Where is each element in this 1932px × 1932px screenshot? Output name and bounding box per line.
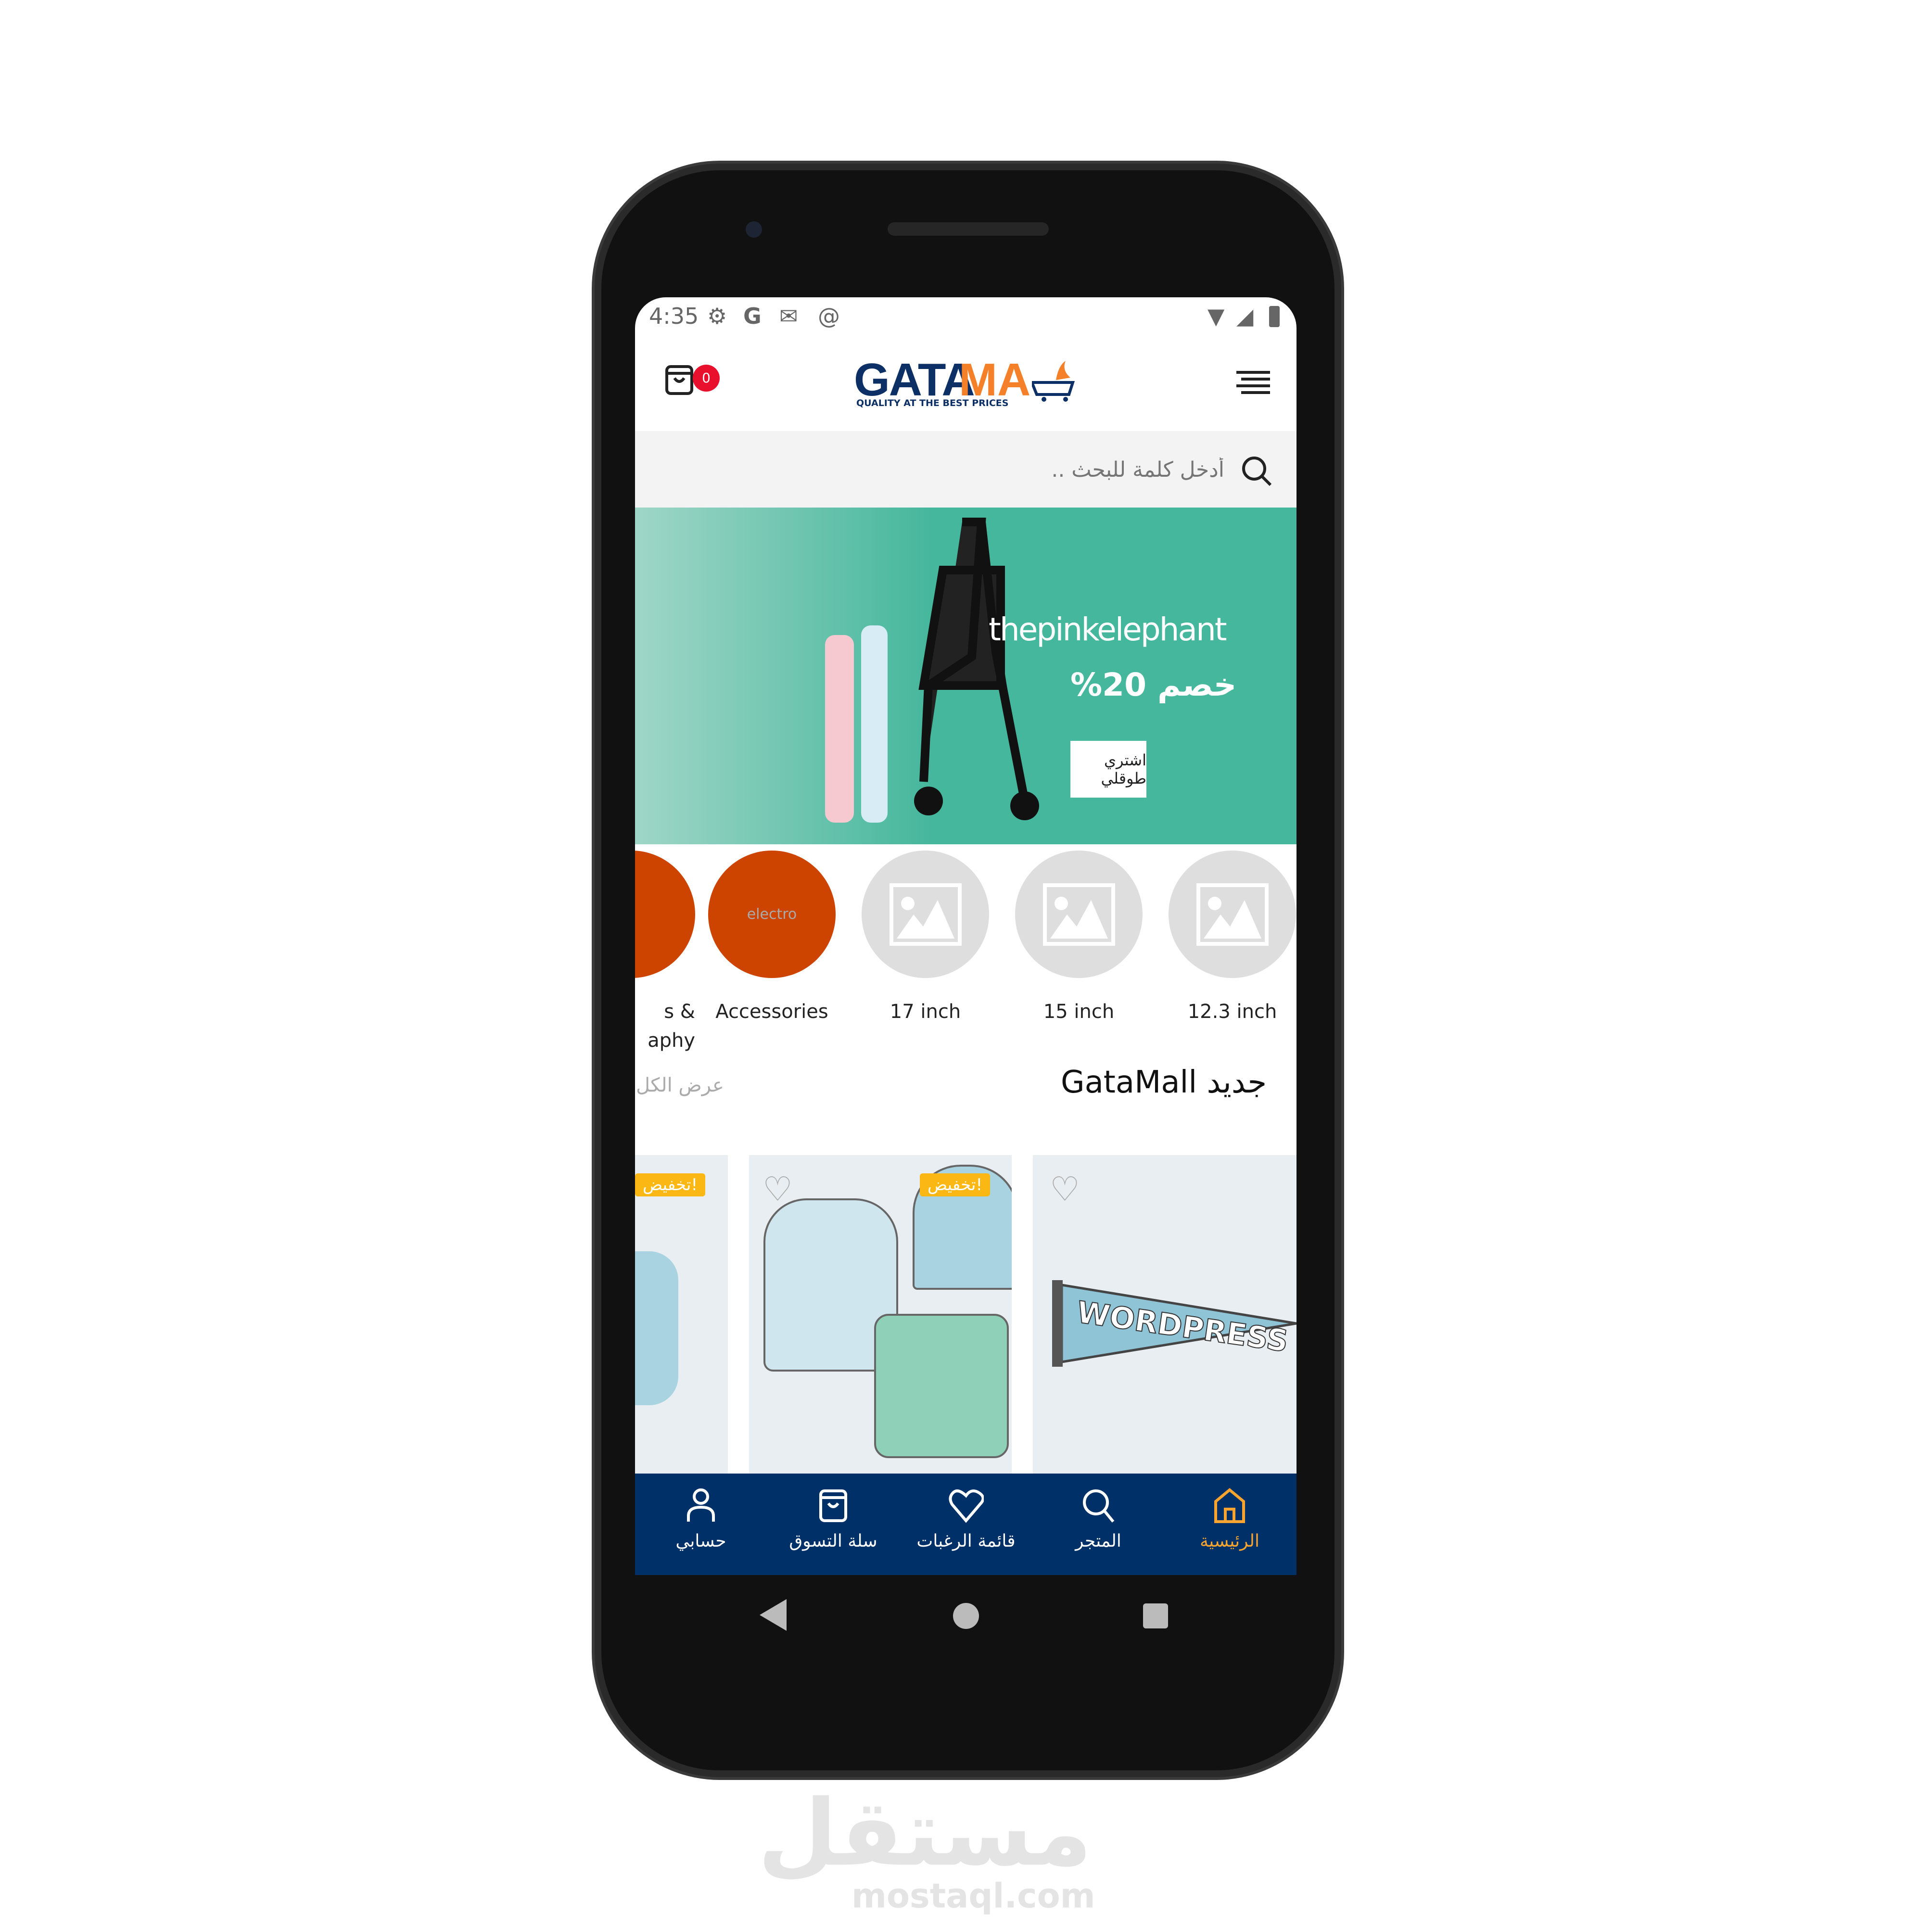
- placeholder-image-icon: [1042, 883, 1115, 946]
- heart-icon: [949, 1489, 984, 1523]
- nav-home[interactable]: الرئيسية: [1167, 1488, 1292, 1551]
- category-item[interactable]: 15 inch: [1015, 851, 1143, 1026]
- at-icon: @: [818, 303, 840, 329]
- category-item[interactable]: electro Accessories: [708, 851, 836, 1026]
- product-image: [635, 1251, 678, 1405]
- nav-label: الرئيسية: [1200, 1531, 1259, 1551]
- signal-icon: ◢: [1236, 303, 1254, 329]
- app-header: 0 GATA MA QUALITY AT THE BEST PRICES: [635, 334, 1296, 431]
- product-bottle-image: [825, 635, 854, 823]
- nav-shop[interactable]: المتجر: [1036, 1488, 1161, 1551]
- app-screen: 4:35 ⚙ G ✉ @ ▼ ◢ 0 GATA MA QUALITY AT TH…: [635, 297, 1296, 1575]
- product-card[interactable]: تخفيض!: [635, 1155, 728, 1474]
- category-image: [862, 851, 989, 978]
- logo-tagline: QUALITY AT THE BEST PRICES: [856, 398, 1009, 408]
- search-icon[interactable]: [1241, 455, 1272, 487]
- nav-account[interactable]: حسابي: [638, 1488, 763, 1551]
- user-icon: [687, 1488, 715, 1522]
- category-image: [1015, 851, 1143, 978]
- tshirt-image: [874, 1314, 1009, 1458]
- banner-cta-button[interactable]: اشتري طوقلي: [1070, 741, 1146, 798]
- search-bar: [635, 431, 1296, 508]
- wifi-icon: ▼: [1208, 303, 1225, 329]
- placeholder-image-icon: [1196, 883, 1269, 946]
- nav-label: قائمة الرغبات: [916, 1531, 1016, 1551]
- menu-button[interactable]: [1236, 370, 1270, 397]
- nav-cart[interactable]: سلة التسوق: [771, 1488, 896, 1551]
- banner-brand: thepinkelephant: [989, 611, 1227, 648]
- banner-discount: خصم 20%: [1070, 666, 1237, 703]
- bottom-navigation: حسابي سلة التسوق قائمة الرغبات المتجر ال…: [635, 1474, 1296, 1575]
- promo-banner[interactable]: thepinkelephant خصم 20% اشتري طوقلي: [635, 508, 1296, 844]
- gmail-icon: ✉: [779, 303, 798, 329]
- watermark-latin: mostaql.com: [852, 1876, 1095, 1916]
- search-input[interactable]: [888, 450, 1224, 489]
- home-icon: [1214, 1488, 1245, 1523]
- category-image: electro: [708, 851, 836, 978]
- bag-icon: [819, 1489, 847, 1522]
- cart-button[interactable]: 0: [664, 361, 720, 398]
- nav-label: حسابي: [675, 1531, 726, 1551]
- nav-label: المتجر: [1075, 1531, 1121, 1551]
- search-icon: [1083, 1489, 1115, 1523]
- category-label: 15 inch: [1043, 1001, 1115, 1023]
- gatamall-logo[interactable]: GATA MA QUALITY AT THE BEST PRICES: [854, 354, 1080, 411]
- product-card[interactable]: ♡ تخفيض!: [749, 1155, 1012, 1474]
- view-all-link[interactable]: عرض الكل: [636, 1074, 724, 1096]
- front-camera: [746, 221, 762, 238]
- category-item[interactable]: s & aphy: [635, 851, 695, 1055]
- category-label: Accessories: [715, 1001, 828, 1023]
- category-image: [1169, 851, 1296, 978]
- wishlist-heart-icon[interactable]: ♡: [763, 1172, 793, 1206]
- status-bar: 4:35 ⚙ G ✉ @ ▼ ◢: [635, 297, 1296, 334]
- battery-icon: [1269, 306, 1280, 327]
- category-label: 12.3 inch: [1187, 1001, 1277, 1023]
- home-button-icon[interactable]: [953, 1603, 979, 1629]
- placeholder-image-icon: [889, 883, 962, 946]
- status-time: 4:35: [649, 303, 699, 329]
- cart-logo-icon: [1032, 361, 1075, 402]
- back-button-icon[interactable]: [758, 1597, 789, 1633]
- sale-badge: تخفيض!: [920, 1173, 991, 1196]
- category-image: [635, 851, 695, 978]
- product-card[interactable]: WORDPRESS ♡: [1033, 1155, 1296, 1474]
- category-image-text: electro: [747, 906, 797, 923]
- nav-label: سلة التسوق: [789, 1531, 877, 1551]
- recents-button-icon[interactable]: [1143, 1603, 1168, 1628]
- gear-icon: ⚙: [707, 303, 727, 329]
- category-item[interactable]: 12.3 inch: [1169, 851, 1296, 1026]
- nav-wishlist[interactable]: قائمة الرغبات: [903, 1488, 1029, 1551]
- category-label: 17 inch: [890, 1001, 961, 1023]
- category-label: s & aphy: [648, 1001, 695, 1052]
- watermark-arabic: مستقل: [758, 1780, 1092, 1886]
- product-bottle-image: [861, 625, 888, 823]
- category-item[interactable]: 17 inch: [862, 851, 989, 1026]
- hamburger-menu-icon: [1236, 371, 1270, 394]
- bag-icon: [665, 365, 693, 395]
- sale-badge: تخفيض!: [635, 1173, 706, 1196]
- stroller-image: [914, 518, 1039, 820]
- cart-count-badge: 0: [693, 365, 720, 392]
- google-icon: G: [743, 303, 762, 329]
- wishlist-heart-icon[interactable]: ♡: [1050, 1172, 1080, 1206]
- section-title: جديد GataMall: [1060, 1065, 1267, 1100]
- speaker-grille: [888, 222, 1049, 236]
